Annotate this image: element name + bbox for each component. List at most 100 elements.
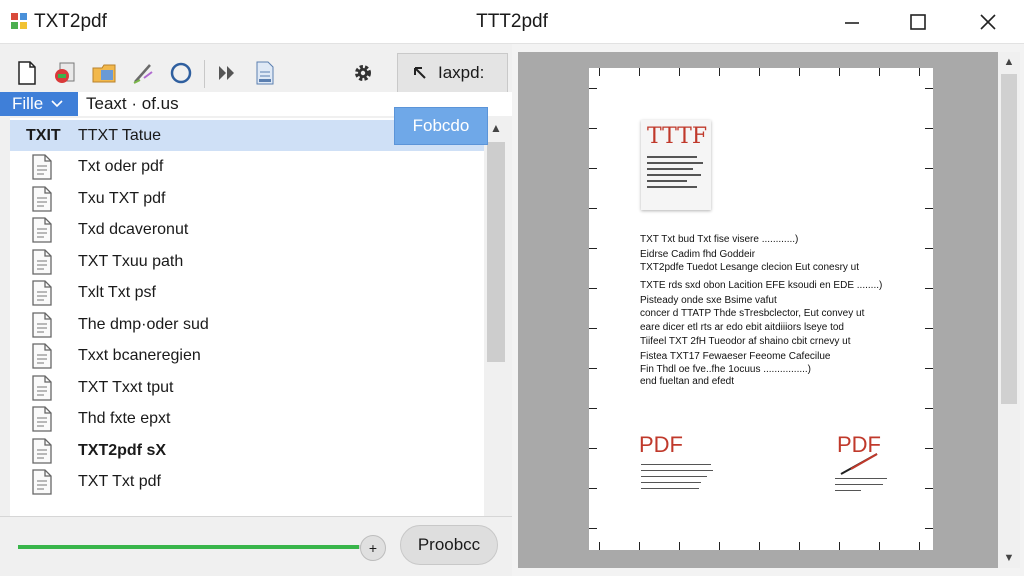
edit-pen-icon[interactable] <box>128 56 158 90</box>
chevron-down-icon <box>51 100 63 108</box>
page-tick-mark <box>925 208 933 209</box>
text-file-icon <box>32 469 52 495</box>
page-tick-mark <box>919 68 920 76</box>
file-list-item-label: Txxt bcaneregien <box>78 347 201 364</box>
file-list-item[interactable]: TXT Txuu path <box>10 246 484 277</box>
thumbnail-text-line <box>647 156 697 158</box>
page-tick-mark <box>599 68 600 76</box>
preview-scroll-up-icon[interactable]: ▲ <box>998 52 1020 72</box>
pdf-caption-line <box>641 476 707 477</box>
file-list-item-label: Txd dcaveronut <box>78 221 189 238</box>
thumbnail-text-line <box>647 168 693 170</box>
file-menu-button[interactable]: Fille <box>0 92 78 116</box>
close-button[interactable] <box>958 0 1018 44</box>
page-tick-mark <box>925 328 933 329</box>
settings-gear-icon[interactable] <box>348 56 378 90</box>
page-tick-mark <box>879 68 880 76</box>
pdf-label-left: PDF <box>639 432 683 457</box>
page-tick-mark <box>719 68 720 76</box>
bottom-bar: + Proobcc <box>0 516 512 576</box>
close-icon <box>980 14 996 30</box>
file-list-item[interactable]: Txxt bcaneregien <box>10 341 484 372</box>
page-tick-mark <box>589 168 597 169</box>
signature-pen-icon <box>840 453 878 475</box>
document-thumbnail: TTTF <box>641 120 711 210</box>
file-list-item-label: TXT Txuu path <box>78 252 184 270</box>
preview-text-line: Pisteady onde sxe Bsime vafut <box>640 295 777 306</box>
preview-text-line: Fistea TXT17 Fewaeser Feeome Cafecilue <box>640 351 831 362</box>
pdf-page-preview: TTTF TXT Txt bud Txt fise visere .......… <box>589 68 933 550</box>
file-list-item[interactable]: TXT2pdf sX <box>10 435 484 466</box>
page-tick-mark <box>589 448 597 449</box>
text-file-icon <box>32 217 52 243</box>
page-tick-mark <box>839 542 840 550</box>
file-list-item-type: TXIT <box>26 126 61 144</box>
page-tick-mark <box>679 542 680 550</box>
file-list-item[interactable]: Txd dcaveronut <box>10 215 484 246</box>
file-list-item-label: Txlt Txt psf <box>78 284 156 301</box>
page-tick-mark <box>679 68 680 76</box>
preview-text-line: Fin Thdl oe fve..fhe 1ocuus ............… <box>640 364 812 375</box>
preview-text-line: TXT Txt bud Txt fise visere ............… <box>640 234 799 245</box>
preview-scroll-down-icon[interactable]: ▼ <box>998 548 1020 568</box>
file-list-item[interactable]: Txu TXT pdf <box>10 183 484 214</box>
cursor-arrow-icon <box>414 67 426 79</box>
new-document-icon[interactable] <box>12 56 42 90</box>
page-tick-mark <box>759 68 760 76</box>
process-button[interactable]: Proobcc <box>400 525 498 565</box>
file-list-item[interactable]: The dmp·oder sud <box>10 309 484 340</box>
add-file-icon[interactable] <box>50 56 80 90</box>
fast-forward-icon[interactable] <box>212 56 242 90</box>
progress-track <box>18 545 366 549</box>
pdf-caption-line <box>835 478 887 479</box>
preview-text-line: Tiifeel TXT 2fH Tueodor af shaino cbit c… <box>640 336 851 347</box>
thumbnail-text-line <box>647 186 697 188</box>
document-icon[interactable] <box>250 56 280 90</box>
file-list-item-label: The dmp·oder sud <box>78 315 209 333</box>
page-tick-mark <box>925 248 933 249</box>
open-folder-icon[interactable] <box>90 56 120 90</box>
file-list-item[interactable]: Txlt Txt psf <box>10 278 484 309</box>
preview-scrollbar[interactable]: ▲ ▼ <box>998 52 1020 568</box>
page-tick-mark <box>879 542 880 550</box>
text-file-icon <box>32 406 52 432</box>
page-tick-mark <box>589 208 597 209</box>
minimize-icon <box>845 22 859 24</box>
file-list-item[interactable]: Thd fxte epxt <box>10 404 484 435</box>
preview-text-line: eare dicer etl rts ar edo ebit aitdiiior… <box>640 322 844 333</box>
page-tick-mark <box>589 288 597 289</box>
minimize-button[interactable] <box>822 0 882 44</box>
pdf-caption-line <box>641 464 711 465</box>
file-panel: Iaxpd: Fille Teaxt · of.us Fobcdo TXIT TT… <box>0 44 512 576</box>
preview-text-line: TXT2pdfe Tuedot Lesange clecion Eut cone… <box>640 262 860 273</box>
file-list-scrollbar[interactable]: ▲ ▼ <box>484 118 508 540</box>
file-list-item[interactable]: Txt oder pdf <box>10 152 484 183</box>
page-tick-mark <box>589 528 597 529</box>
text-file-icon <box>32 248 52 275</box>
page-tick-mark <box>599 542 600 550</box>
text-file-icon <box>32 437 52 464</box>
file-list-item[interactable]: TXT Txt pdf <box>10 467 484 498</box>
maximize-button[interactable] <box>888 0 948 44</box>
pdf-caption-line <box>641 488 699 489</box>
mode-select-button[interactable]: Iaxpd: <box>397 53 508 93</box>
thumbnail-text-line <box>647 180 687 182</box>
toolbar-divider <box>204 60 205 88</box>
scroll-thumb[interactable] <box>487 142 505 362</box>
file-list-item-label: Thd fxte epxt <box>78 410 171 427</box>
filter-text-field[interactable]: Teaxt · of.us <box>86 94 179 114</box>
title-bar: TXT2pdf TTT2pdf <box>0 0 1024 44</box>
popup-button[interactable]: Fobcdo <box>394 107 488 145</box>
pdf-caption-line <box>641 482 701 483</box>
refresh-circle-icon[interactable] <box>166 56 196 90</box>
preview-scroll-thumb[interactable] <box>1001 74 1017 404</box>
page-tick-mark <box>925 488 933 489</box>
text-file-icon <box>32 374 52 401</box>
progress-knob[interactable]: + <box>360 535 386 561</box>
app-window: TXT2pdf TTT2pdf Iaxpd: Fille Teaxt · of.… <box>0 0 1024 576</box>
preview-text-line: Eidrse Cadim fhd Goddeir <box>640 249 756 260</box>
preview-text-line: TXTE rds sxd obon Lacition EFE ksoudi en… <box>640 280 883 291</box>
text-file-icon <box>32 280 52 306</box>
page-tick-mark <box>639 68 640 76</box>
file-list-item[interactable]: TXT Txxt tput <box>10 372 484 403</box>
